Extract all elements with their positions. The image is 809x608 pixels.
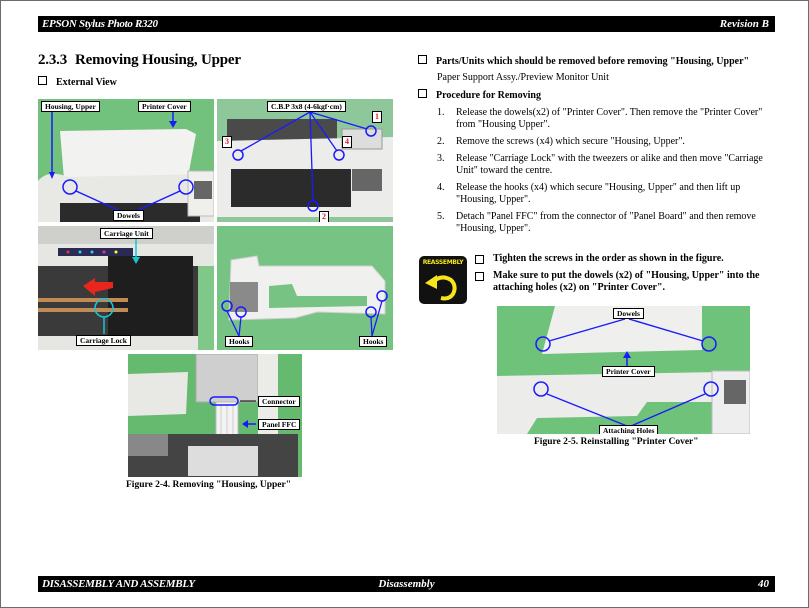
label-attaching-holes: Attaching Holes [599,425,659,434]
label-housing-upper: Housing, Upper [41,101,100,112]
procedure-step: 3. Release "Carriage Lock" with the tweez… [437,153,763,176]
screw-order-2: 2 [319,211,329,222]
external-view-heading: External View [38,76,117,88]
parts-heading: Parts/Units which should be removed befo… [418,55,749,67]
photo-hooks: Hooks Hooks [217,226,393,350]
reassembly-note: Tighten the screws in the order as shown… [475,253,775,265]
procedure-step: 4. Release the hooks (x4) which secure "H… [437,182,741,205]
photo-housing-upper-illustration [38,105,214,222]
header-revision: Revision B [719,18,769,30]
header-product: EPSON Stylus Photo R320 [42,18,158,30]
label-screw-spec: C.B.P 3x8 (4-6kgf·cm) [267,101,346,112]
photo-reinstall-cover: Dowels Printer Cover Attaching Holes [497,306,750,434]
screw-order-1: 1 [372,111,382,123]
label-panel-ffc: Panel FFC [258,419,301,430]
procedure-steps: 1. Release the dowels(x2) of "Printer Cov… [437,107,777,240]
checkbox-bullet-icon [38,76,47,85]
label-dowels: Dowels [113,210,144,221]
photo-screws: C.B.P 3x8 (4-6kgf·cm) 1 2 3 4 [217,99,393,222]
procedure-step: 1. Release the dowels(x2) of "Printer Cov… [437,107,763,130]
label-connector: Connector [258,396,300,407]
label-hooks-left: Hooks [225,336,254,347]
photo-carriage-illustration [38,226,214,350]
label-printer-cover: Printer Cover [138,101,191,112]
footer-section: Disassembly [378,578,435,590]
reassembly-icon-text: REASSEMBLY [422,259,464,266]
figure-2-4-caption: Figure 2-4. Removing "Housing, Upper" [126,480,292,490]
page-footer: DISASSEMBLY AND ASSEMBLY Disassembly 40 [38,576,775,592]
section-title: 2.3.3 Removing Housing, Upper [38,52,241,69]
section-title-text: Removing Housing, Upper [75,52,241,68]
figure-2-5-caption: Figure 2-5. Reinstalling "Printer Cover" [534,437,699,447]
section-number: 2.3.3 [38,52,68,68]
checkbox-bullet-icon [418,55,427,64]
procedure-heading: Procedure for Removing [418,89,541,101]
checkbox-bullet-icon [418,89,427,98]
checkbox-bullet-icon [475,255,484,264]
photo-panel-ffc: Connector Panel FFC [128,354,302,477]
procedure-step: 2. Remove the screws (x4) which secure "H… [437,136,685,147]
photo-screws-illustration [217,111,393,217]
screw-order-4: 4 [342,136,352,148]
reassembly-notes: Tighten the screws in the order as shown… [475,253,775,299]
photo-hooks-illustration [221,255,388,337]
reassembly-icon: REASSEMBLY [419,256,467,304]
photo-housing-upper: Housing, Upper Printer Cover Dowels [38,99,214,222]
reassembly-note: Make sure to put the dowels (x2) of "Hou… [475,270,775,294]
photo-carriage: Carriage Unit Carriage Lock [38,226,214,350]
page-header: EPSON Stylus Photo R320 Revision B [38,16,775,32]
label-carriage-unit: Carriage Unit [100,228,153,239]
screw-order-3: 3 [222,136,232,148]
procedure-step: 5. Detach "Panel FFC" from the connector … [437,211,756,234]
parts-text: Paper Support Assy./Preview Monitor Unit [437,72,609,83]
label-dowels: Dowels [613,308,644,319]
label-carriage-lock: Carriage Lock [76,335,131,346]
label-hooks-right: Hooks [359,336,388,347]
footer-page-number: 40 [758,578,769,590]
checkbox-bullet-icon [475,272,484,281]
label-printer-cover: Printer Cover [602,366,655,377]
photo-panel-ffc-illustration [128,354,298,477]
